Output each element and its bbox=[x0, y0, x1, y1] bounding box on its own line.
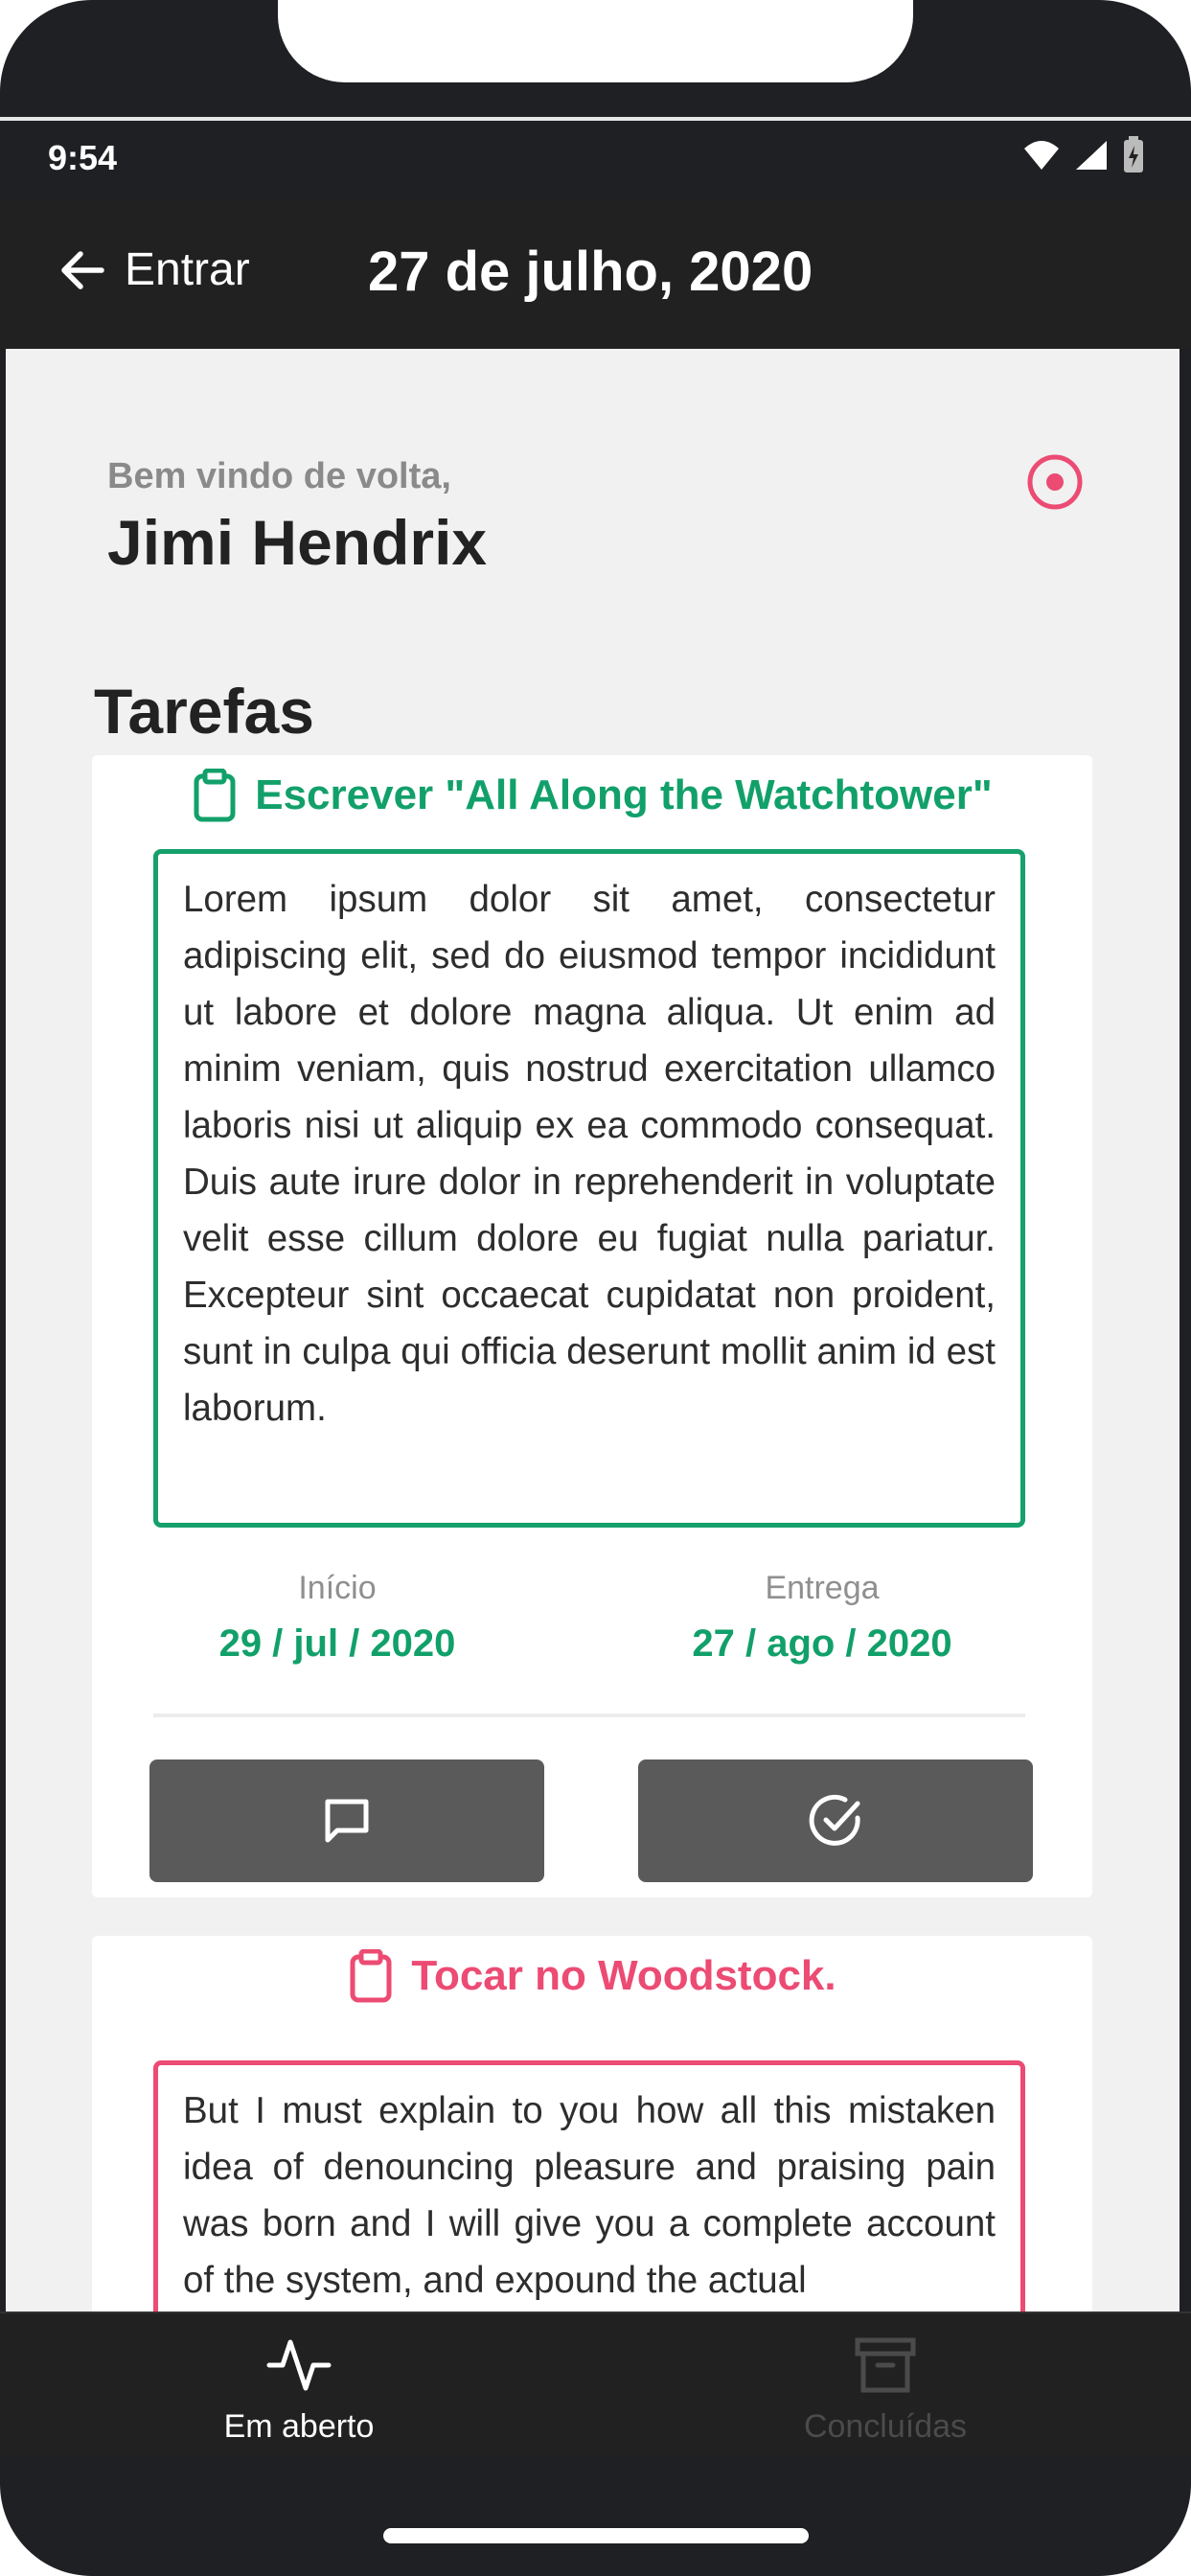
task-description: But I must explain to you how all this m… bbox=[153, 2060, 1025, 2312]
main-content[interactable]: Bem vindo de volta, Jimi Hendrix Tarefas… bbox=[6, 349, 1180, 2312]
header-date-title: 27 de julho, 2020 bbox=[368, 241, 813, 303]
task-title: Tocar no Woodstock. bbox=[92, 1949, 1092, 2003]
start-date-group: Início 29 / jul / 2020 bbox=[146, 1570, 529, 1666]
app-header: Entrar 27 de julho, 2020 bbox=[0, 199, 1191, 349]
task-card: Escrever "All Along the Watchtower" Lore… bbox=[92, 755, 1092, 1898]
card-divider bbox=[153, 1714, 1025, 1717]
screen-top-edge bbox=[0, 117, 1191, 121]
task-title-text: Tocar no Woodstock. bbox=[411, 1952, 836, 1999]
nav-tab-done[interactable]: Concluídas bbox=[694, 2334, 1077, 2446]
status-bar: 9:54 bbox=[0, 123, 1191, 199]
user-name: Jimi Hendrix bbox=[107, 507, 488, 578]
start-date-label: Início bbox=[298, 1570, 377, 1606]
archive-icon bbox=[855, 2337, 916, 2393]
cellular-signal-icon bbox=[1076, 141, 1107, 170]
task-dates: Início 29 / jul / 2020 Entrega 27 / ago … bbox=[92, 1570, 1092, 1675]
welcome-greeting: Bem vindo de volta, bbox=[107, 456, 451, 496]
message-square-icon bbox=[325, 1799, 369, 1843]
home-indicator bbox=[383, 2528, 809, 2543]
back-button[interactable]: Entrar bbox=[57, 243, 250, 296]
phone-frame: 9:54 Entrar 27 de julho, 2020 Bem vindo … bbox=[0, 0, 1191, 2576]
status-time: 9:54 bbox=[48, 138, 118, 177]
target-icon bbox=[1027, 454, 1083, 510]
activity-icon bbox=[266, 2339, 332, 2391]
task-card: Tocar no Woodstock. But I must explain t… bbox=[92, 1936, 1092, 2312]
status-icons bbox=[1022, 136, 1145, 174]
clipboard-icon bbox=[194, 769, 236, 822]
wifi-icon bbox=[1024, 141, 1059, 170]
complete-task-button[interactable] bbox=[638, 1760, 1033, 1882]
battery-charging-icon bbox=[1124, 136, 1143, 172]
due-date-label: Entrega bbox=[765, 1570, 880, 1606]
task-title: Escrever "All Along the Watchtower" bbox=[92, 769, 1092, 822]
tasks-section-title: Tarefas bbox=[94, 676, 314, 747]
nav-tab-open-label: Em aberto bbox=[223, 2408, 375, 2445]
task-description: Lorem ipsum dolor sit amet, consectetur … bbox=[153, 849, 1025, 1528]
comment-button[interactable] bbox=[149, 1760, 544, 1882]
due-date-value: 27 / ago / 2020 bbox=[692, 1622, 952, 1665]
phone-notch bbox=[278, 0, 913, 82]
profile-button[interactable] bbox=[1021, 448, 1088, 520]
nav-tab-done-label: Concluídas bbox=[803, 2408, 968, 2445]
arrow-left-icon bbox=[61, 250, 104, 289]
due-date-group: Entrega 27 / ago / 2020 bbox=[630, 1570, 1014, 1666]
start-date-value: 29 / jul / 2020 bbox=[218, 1622, 456, 1665]
clipboard-icon bbox=[350, 1949, 392, 2003]
task-title-text: Escrever "All Along the Watchtower" bbox=[255, 771, 993, 818]
nav-tab-open[interactable]: Em aberto bbox=[107, 2334, 491, 2446]
back-label: Entrar bbox=[125, 244, 250, 295]
check-circle-icon bbox=[809, 1794, 860, 1846]
bottom-nav: Em aberto Concluídas bbox=[0, 2312, 1191, 2457]
